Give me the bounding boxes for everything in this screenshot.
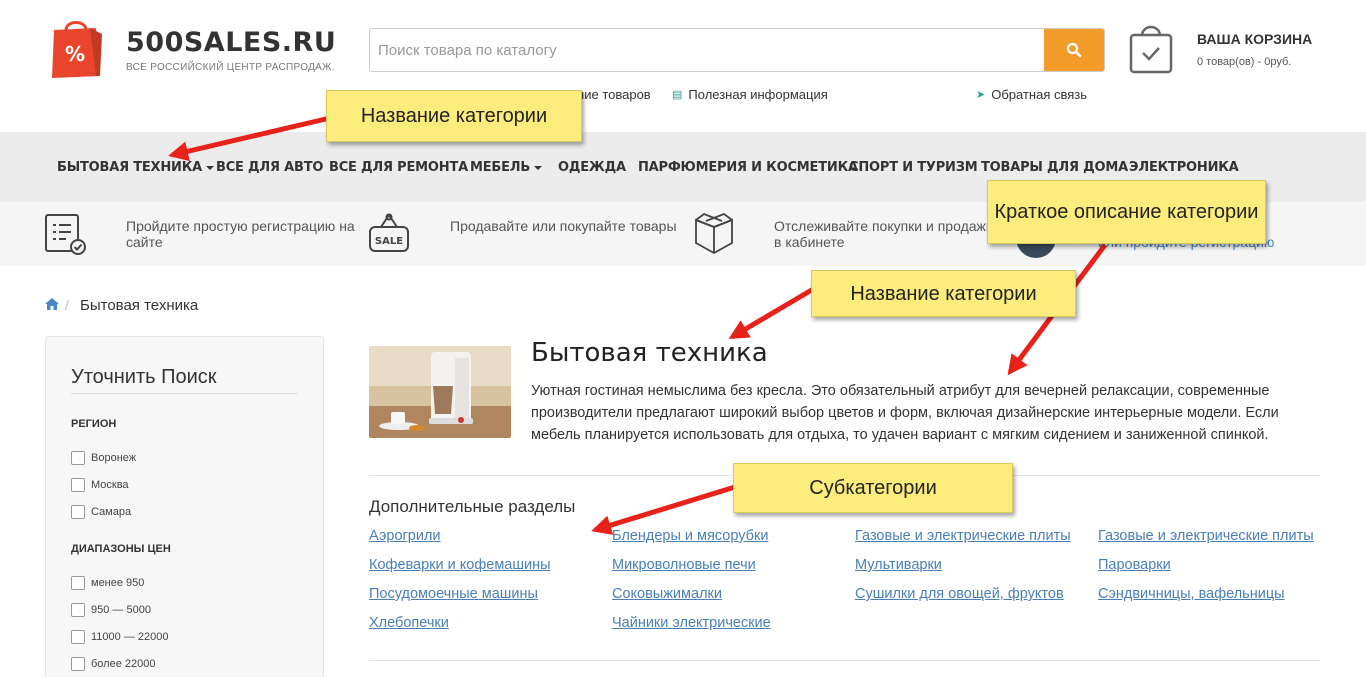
annotation-arrow — [591, 484, 736, 535]
cart-status: 0 товар(ов) - 0руб. — [1197, 56, 1292, 68]
annotation-note: Название категории — [811, 270, 1076, 317]
subcategory-link[interactable]: Блендеры и мясорубки — [612, 528, 768, 544]
feedback-label: Обратная связь — [991, 87, 1087, 102]
logo-tagline: ВСЕ РОССИЙСКИЙ ЦЕНТР РАСПРОДАЖ. — [126, 62, 335, 73]
feedback-link[interactable]: ➤ Обратная связь — [976, 87, 1087, 102]
nav-label: БЫТОВАЯ ТЕХНИКА — [57, 160, 203, 175]
annotation-note: Субкатегории — [733, 463, 1013, 513]
checklist-icon — [45, 214, 86, 255]
checkbox[interactable] — [71, 630, 85, 644]
filter-price-3[interactable]: 11000 — 22000 — [71, 630, 168, 644]
price-heading: ДИАПАЗОНЫ ЦЕН — [71, 543, 171, 555]
subcategory-link[interactable]: Соковыжималки — [612, 586, 722, 602]
checkbox[interactable] — [71, 576, 85, 590]
subcategory-link[interactable]: Аэрогрили — [369, 528, 441, 544]
nav-item-electronics[interactable]: ЭЛЕКТРОНИКА — [1129, 160, 1239, 175]
filter-price-2[interactable]: 950 — 5000 — [71, 603, 151, 617]
category-title: Бытовая техника — [531, 338, 768, 368]
caret-down-icon — [534, 165, 543, 170]
search-bar — [369, 28, 1105, 72]
filter-label: Самара — [91, 506, 132, 518]
nav-item-appliances[interactable]: БЫТОВАЯ ТЕХНИКА — [57, 160, 215, 175]
region-heading: РЕГИОН — [71, 418, 117, 430]
checkbox[interactable] — [71, 478, 85, 492]
cart-title[interactable]: ВАША КОРЗИНА — [1197, 31, 1312, 47]
filter-region-voronezh[interactable]: Воронеж — [71, 451, 136, 465]
nav-item-auto[interactable]: ВСЕ ДЛЯ АВТО — [216, 160, 323, 175]
subcategory-link[interactable]: Хлебопечки — [369, 615, 449, 631]
box-icon — [695, 213, 733, 255]
annotation-note: Название категории — [326, 90, 582, 142]
subcategory-link[interactable]: Газовые и электрические плиты — [855, 528, 1071, 544]
filter-region-samara[interactable]: Самара — [71, 505, 131, 519]
filter-label: менее 950 — [91, 577, 145, 589]
benefit-track: Отслеживайте покупки и продажи в кабинет… — [774, 218, 994, 250]
filter-label: Воронеж — [91, 452, 137, 464]
info-link[interactable]: ▤ Полезная информация — [672, 87, 828, 102]
nav-item-cosmetics[interactable]: ПАРФЮМЕРИЯ И КОСМЕТИКА — [638, 160, 858, 175]
checkbox[interactable] — [71, 451, 85, 465]
filter-region-moscow[interactable]: Москва — [71, 478, 129, 492]
svg-text:%: % — [65, 42, 85, 66]
subcategory-link[interactable]: Сэндвичницы, вафельницы — [1098, 586, 1285, 602]
filter-label: 11000 — 22000 — [91, 631, 169, 643]
filter-price-1[interactable]: менее 950 — [71, 576, 144, 590]
filter-price-4[interactable]: более 22000 — [71, 657, 155, 671]
nav-item-furniture[interactable]: МЕБЕЛЬ — [470, 160, 543, 175]
sale-tag-icon: SALE — [369, 213, 409, 252]
subcategory-link[interactable]: Сушилки для овощей, фруктов — [855, 586, 1064, 602]
subcategory-link[interactable]: Посудомоечные машины — [369, 586, 538, 602]
search-button[interactable] — [1044, 29, 1104, 71]
filter-label: более 22000 — [91, 658, 156, 670]
nav-item-home[interactable]: ТОВАРЫ ДЛЯ ДОМА — [981, 160, 1128, 175]
subcategory-link[interactable]: Чайники электрические — [612, 615, 771, 631]
caret-down-icon — [206, 165, 215, 170]
send-icon: ➤ — [976, 89, 986, 101]
cart-bag-icon[interactable] — [1128, 20, 1174, 74]
filter-label: 950 — 5000 — [91, 604, 151, 616]
benefit-register: Пройдите простую регистрацию на сайте — [126, 218, 355, 250]
subcategory-link[interactable]: Газовые и электрические плиты — [1098, 528, 1314, 544]
subsections-title: Дополнительные разделы — [369, 497, 576, 516]
subcategory-link[interactable]: Пароварки — [1098, 557, 1171, 573]
info-label: Полезная информация — [688, 87, 828, 102]
subcategory-link[interactable]: Мультиварки — [855, 557, 942, 573]
home-icon[interactable] — [44, 297, 60, 311]
svg-text:SALE: SALE — [375, 236, 403, 247]
filter-label: Москва — [91, 479, 129, 491]
logo-text[interactable]: 500SALES.RU — [126, 27, 336, 58]
breadcrumb-current: Бытовая техника — [80, 297, 199, 314]
subcategory-link[interactable]: Кофеварки и кофемашины — [369, 557, 551, 573]
benefit-sell: Продавайте или покупайте товары — [450, 218, 677, 234]
search-input[interactable] — [370, 29, 1044, 71]
nav-label: МЕБЕЛЬ — [470, 160, 531, 175]
logo-bag-icon[interactable]: % — [50, 16, 102, 78]
annotation-arrow — [728, 285, 817, 340]
subcategory-link[interactable]: Микроволновые печи — [612, 557, 756, 573]
info-icon: ▤ — [672, 89, 683, 101]
divider — [71, 393, 298, 394]
search-icon — [1066, 42, 1082, 58]
checkbox[interactable] — [71, 505, 85, 519]
divider — [369, 660, 1320, 661]
checkbox[interactable] — [71, 603, 85, 617]
category-image — [369, 346, 511, 438]
nav-item-repair[interactable]: ВСЕ ДЛЯ РЕМОНТА — [329, 160, 468, 175]
breadcrumb-separator: / — [65, 297, 69, 313]
sidebar-title: Уточнить Поиск — [71, 366, 217, 388]
category-description: Уютная гостиная немыслима без кресла. Эт… — [531, 383, 1279, 443]
annotation-note: Краткое описание категории — [987, 180, 1266, 244]
nav-item-sport[interactable]: СПОРТ И ТУРИЗМ — [849, 160, 978, 175]
checkbox[interactable] — [71, 657, 85, 671]
nav-item-clothes[interactable]: ОДЕЖДА — [558, 160, 626, 175]
